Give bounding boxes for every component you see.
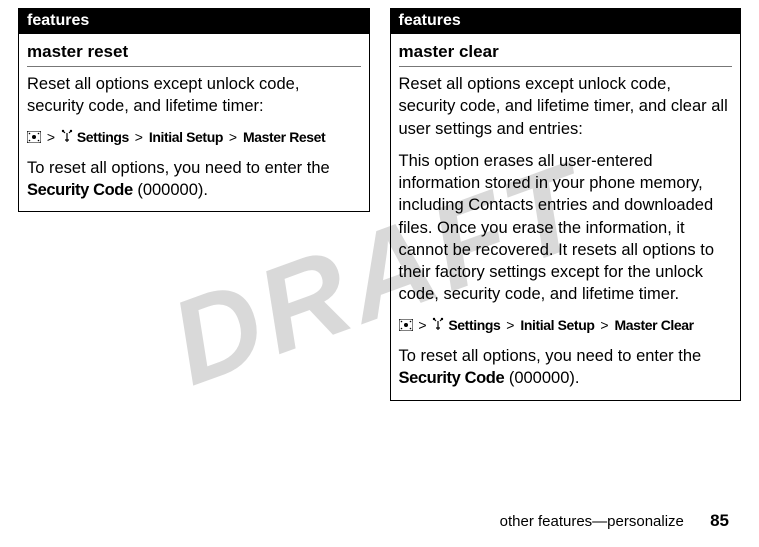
gt: >	[135, 129, 143, 145]
nav-initial-setup: Initial Setup	[520, 317, 594, 333]
page-number: 85	[710, 511, 729, 530]
table-cell-left: master reset Reset all options except un…	[19, 34, 369, 211]
gt: >	[600, 317, 608, 333]
note-right: To reset all options, you need to enter …	[399, 345, 733, 390]
gt: >	[506, 317, 514, 333]
nav-initial-setup: Initial Setup	[149, 129, 223, 145]
security-code-label: Security Code	[399, 369, 505, 387]
table-cell-right: master clear Reset all options except un…	[391, 34, 741, 400]
para-left-1: Reset all options except unlock code, se…	[27, 73, 361, 118]
nav-action: Master Clear	[614, 317, 693, 333]
code-value: (000000).	[504, 369, 579, 387]
nav-settings: Settings	[448, 317, 500, 333]
center-key-icon	[399, 317, 413, 335]
section-title-left: master reset	[27, 42, 361, 67]
feature-box-right: features master clear Reset all options …	[390, 8, 742, 401]
gt: >	[418, 317, 426, 333]
nav-settings: Settings	[77, 129, 129, 145]
note-left: To reset all options, you need to enter …	[27, 157, 361, 202]
nav-action: Master Reset	[243, 129, 325, 145]
footer-section: other features—personalize	[500, 513, 684, 530]
right-column: features master clear Reset all options …	[390, 8, 742, 401]
left-column: features master reset Reset all options …	[18, 8, 370, 401]
note-prefix: To reset all options, you need to enter …	[27, 159, 330, 177]
gt: >	[229, 129, 237, 145]
page-footer: other features—personalize 85	[500, 511, 729, 531]
settings-tool-icon	[432, 317, 444, 335]
section-title-right: master clear	[399, 42, 733, 67]
para-right-2: This option erases all user-entered info…	[399, 150, 733, 306]
para-right-1: Reset all options except unlock code, se…	[399, 73, 733, 140]
nav-path-left: > Settings > Initial Setup > Master Rese…	[27, 128, 361, 147]
nav-path-right: > Settings > Initial Setup > Master Clea…	[399, 316, 733, 335]
feature-box-left: features master reset Reset all options …	[18, 8, 370, 212]
settings-tool-icon	[61, 129, 73, 147]
code-value: (000000).	[133, 181, 208, 199]
table-header-left: features	[19, 8, 369, 34]
gt: >	[47, 129, 55, 145]
security-code-label: Security Code	[27, 181, 133, 199]
content-columns: features master reset Reset all options …	[18, 8, 741, 401]
table-header-right: features	[391, 8, 741, 34]
note-prefix: To reset all options, you need to enter …	[399, 347, 702, 365]
center-key-icon	[27, 129, 41, 147]
